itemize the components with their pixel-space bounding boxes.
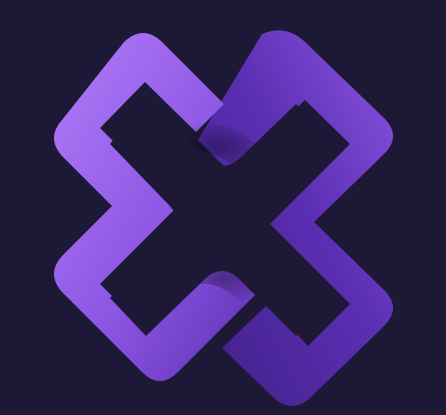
logo-canvas	[0, 0, 446, 415]
cross-ring-logo-icon	[0, 0, 446, 415]
